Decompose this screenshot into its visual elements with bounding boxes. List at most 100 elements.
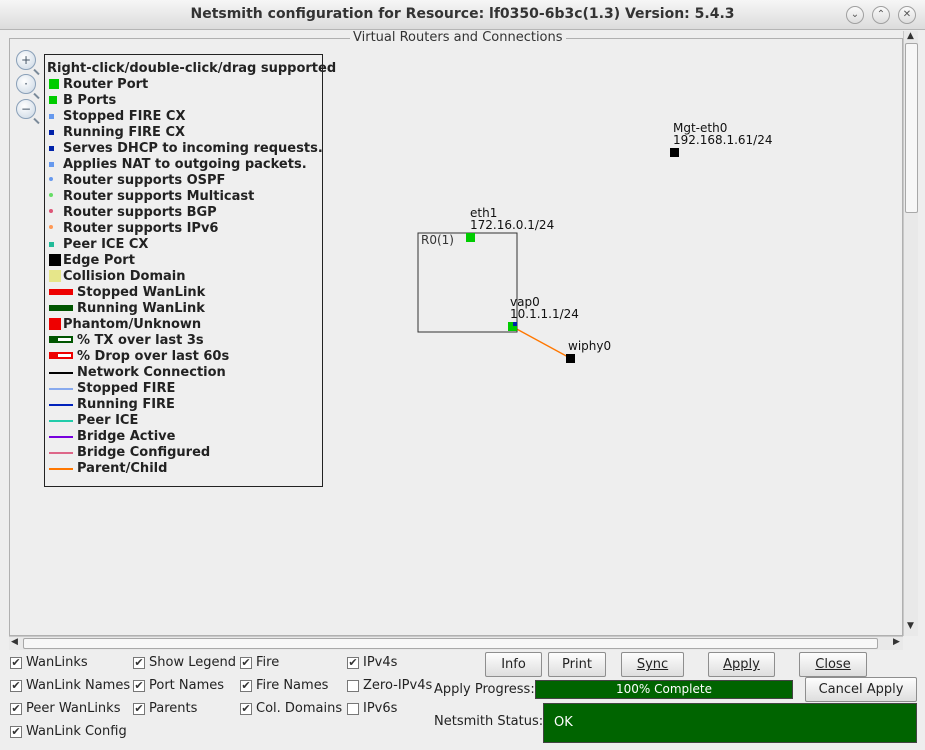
legend-label: Router supports IPv6 xyxy=(63,221,219,236)
netsmith-status-label: Netsmith Status: xyxy=(434,714,544,729)
legend-label: Collision Domain xyxy=(63,269,186,284)
netsmith-status-field: OK xyxy=(543,703,917,743)
checkmark-icon[interactable]: ✔ xyxy=(240,657,252,669)
legend-label: Bridge Configured xyxy=(77,445,211,460)
apply-progress-bar: 100% Complete xyxy=(535,680,793,699)
window-title: Netsmith configuration for Resource: lf0… xyxy=(190,6,735,22)
legend-swatch xyxy=(49,193,53,197)
zoom-out-icon[interactable]: − xyxy=(16,99,36,119)
legend-label: Phantom/Unknown xyxy=(63,317,202,332)
legend-swatch xyxy=(49,254,61,266)
vertical-scrollbar[interactable]: ▲ ▼ xyxy=(903,31,918,636)
sync-button[interactable]: Sync xyxy=(621,652,684,677)
checkmark-icon[interactable]: ✔ xyxy=(10,703,22,715)
legend-swatch xyxy=(49,146,54,151)
legend-label: Peer ICE CX xyxy=(63,237,149,252)
legend-label: Serves DHCP to incoming requests. xyxy=(63,141,323,156)
checkbox-box[interactable] xyxy=(347,703,359,715)
checkmark-icon[interactable]: ✔ xyxy=(347,657,359,669)
legend-label: Running FIRE CX xyxy=(63,125,186,140)
legend-label: Stopped FIRE xyxy=(77,381,176,396)
checkmark-icon[interactable]: ✔ xyxy=(10,657,22,669)
zoom-reset-icon[interactable]: · xyxy=(16,74,36,94)
legend-swatch xyxy=(49,468,73,470)
legend-swatch xyxy=(49,372,73,374)
scroll-right-icon[interactable]: ▶ xyxy=(893,637,900,647)
legend: Right-click/double-click/drag supported … xyxy=(44,54,336,487)
horizontal-scrollbar[interactable]: ◀ ▶ xyxy=(9,636,903,650)
legend-swatch xyxy=(49,318,61,330)
checkmark-icon[interactable]: ✔ xyxy=(10,726,22,738)
checkbox-label: Show Legend xyxy=(149,655,236,670)
legend-swatch xyxy=(49,420,73,422)
checkbox-label: WanLink Names xyxy=(26,678,131,693)
info-button[interactable]: Info xyxy=(485,652,542,677)
checkmark-icon[interactable]: ✔ xyxy=(240,680,252,692)
legend-swatch xyxy=(49,209,53,213)
legend-swatch xyxy=(49,388,73,390)
close-window-icon[interactable]: ✕ xyxy=(898,6,916,24)
legend-label: Applies NAT to outgoing packets. xyxy=(63,157,307,172)
print-button[interactable]: Print xyxy=(548,652,606,677)
legend-swatch xyxy=(49,404,73,406)
legend-swatch xyxy=(49,79,59,89)
horizontal-scroll-thumb[interactable] xyxy=(23,638,878,649)
legend-swatch xyxy=(49,352,73,359)
vertical-scroll-thumb[interactable] xyxy=(905,43,918,213)
maximize-icon[interactable]: ⌃ xyxy=(872,6,890,24)
legend-swatch xyxy=(49,289,73,295)
checkmark-icon[interactable]: ✔ xyxy=(240,703,252,715)
checkmark-icon[interactable]: ✔ xyxy=(133,703,145,715)
zoom-in-icon[interactable]: + xyxy=(16,50,36,70)
checkbox-label: Col. Domains xyxy=(256,701,343,716)
checkbox-label: Peer WanLinks xyxy=(26,701,121,716)
legend-label: B Ports xyxy=(63,93,117,108)
scroll-up-icon[interactable]: ▲ xyxy=(907,31,914,41)
legend-header: Right-click/double-click/drag supported xyxy=(47,61,337,76)
legend-swatch xyxy=(49,177,53,181)
checkbox-label: WanLinks xyxy=(26,655,88,670)
legend-label: Running WanLink xyxy=(77,301,205,316)
legend-swatch xyxy=(49,305,73,311)
legend-swatch xyxy=(49,242,54,247)
checkbox-label: Fire xyxy=(256,655,280,670)
legend-label: Edge Port xyxy=(63,253,135,268)
legend-label: % TX over last 3s xyxy=(77,333,204,348)
checkmark-icon[interactable]: ✔ xyxy=(133,680,145,692)
close-button[interactable]: Close xyxy=(799,652,867,677)
legend-label: Bridge Active xyxy=(77,429,176,444)
legend-swatch xyxy=(49,130,54,135)
legend-label: Router supports Multicast xyxy=(63,189,255,204)
checkbox-label: WanLink Config xyxy=(26,724,127,739)
checkbox-label: IPv4s xyxy=(363,655,398,670)
cancel-apply-button[interactable]: Cancel Apply xyxy=(805,677,917,702)
minimize-icon[interactable]: ⌄ xyxy=(846,6,864,24)
legend-label: Parent/Child xyxy=(77,461,168,476)
scroll-left-icon[interactable]: ◀ xyxy=(11,637,18,647)
canvas-frame-title: Virtual Routers and Connections xyxy=(350,30,566,45)
legend-swatch xyxy=(49,436,73,438)
legend-label: Router supports BGP xyxy=(63,205,217,220)
legend-swatch xyxy=(49,225,53,229)
checkmark-icon[interactable]: ✔ xyxy=(133,657,145,669)
checkbox-label: IPv6s xyxy=(363,701,398,716)
legend-label: Running FIRE xyxy=(77,397,175,412)
apply-progress-label: Apply Progress: xyxy=(434,682,535,697)
legend-swatch xyxy=(49,96,57,104)
checkbox-box[interactable] xyxy=(347,680,359,692)
checkbox-label: Parents xyxy=(149,701,198,716)
legend-swatch xyxy=(49,452,73,454)
apply-button[interactable]: Apply xyxy=(708,652,775,677)
legend-swatch xyxy=(49,336,73,343)
checkmark-icon[interactable]: ✔ xyxy=(10,680,22,692)
legend-swatch xyxy=(49,162,54,167)
checkbox-label: Fire Names xyxy=(256,678,329,693)
title-bar: Netsmith configuration for Resource: lf0… xyxy=(0,0,925,30)
legend-label: Router supports OSPF xyxy=(63,173,226,188)
legend-label: % Drop over last 60s xyxy=(77,349,230,364)
legend-label: Network Connection xyxy=(77,365,226,380)
legend-swatch xyxy=(49,114,54,119)
checkbox-label: Zero-IPv4s xyxy=(363,678,433,693)
scroll-down-icon[interactable]: ▼ xyxy=(907,621,914,631)
legend-label: Stopped FIRE CX xyxy=(63,109,186,124)
